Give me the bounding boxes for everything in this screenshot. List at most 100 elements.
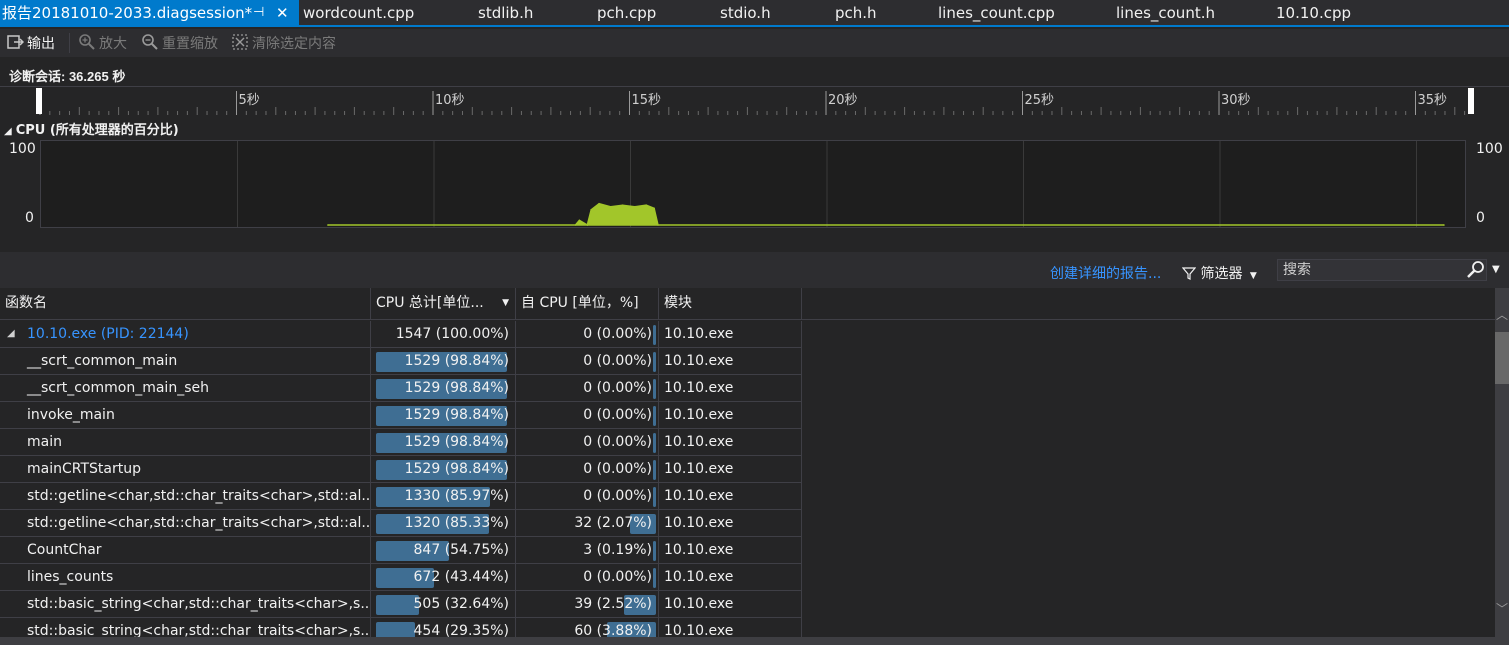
timeline-ruler[interactable]: 5秒 10秒 15秒 20秒 25秒 30秒 35秒 — [0, 86, 1509, 116]
table-row[interactable]: std::getline<char,std::char_traits<char>… — [0, 510, 802, 537]
table-row[interactable]: std::getline<char,std::char_traits<char>… — [0, 483, 802, 510]
tab-lines-count-h[interactable]: lines_count.h — [1116, 0, 1215, 25]
module-cell: 10.10.exe — [659, 564, 802, 591]
scroll-up-icon[interactable]: ︿ — [1496, 306, 1508, 323]
vertical-scrollbar[interactable]: ︿ ﹀ — [1495, 288, 1509, 637]
magnifier-plus-icon — [78, 33, 96, 51]
zoom-in-label: 放大 — [99, 36, 127, 52]
cpu-sample-point — [598, 202, 600, 205]
cpu-sample-point — [645, 204, 647, 206]
search-icon[interactable] — [1466, 260, 1486, 284]
chevron-down-icon: ▼ — [1249, 271, 1257, 281]
self-cpu-value: 3 (0.19%) — [583, 542, 652, 558]
create-detailed-report-link[interactable]: 创建详细的报告... — [1050, 263, 1161, 283]
y-axis-min-right: 0 — [1476, 210, 1485, 226]
ruler-label: 25秒 — [1024, 93, 1055, 108]
cpu-sample-point — [610, 206, 612, 208]
module-cell: 10.10.exe — [659, 510, 802, 537]
zoom-in-button[interactable]: 放大 — [78, 33, 127, 53]
column-header-module[interactable]: 模块 — [659, 288, 802, 320]
function-name: 10.10.exe (PID: 22144) — [27, 326, 189, 342]
table-row[interactable]: mainCRTStartup 1529 (98.84%) 0 (0.00%) 10.1… — [0, 456, 802, 483]
column-header-function-name[interactable]: 函数名 — [0, 288, 371, 320]
cpu-total-cell: 1330 (85.97%) — [371, 483, 516, 510]
column-header-cpu-total[interactable]: CPU 总计[单位... ▼ — [371, 288, 516, 320]
tab-wordcount-cpp[interactable]: wordcount.cpp — [303, 0, 414, 25]
clear-selection-button[interactable]: 清除选定内容 — [231, 33, 336, 53]
cpu-sample-point — [621, 204, 624, 206]
expand-triangle-icon[interactable]: ◢ — [7, 321, 15, 347]
ruler-label: 10秒 — [435, 93, 465, 108]
tab-10-10-cpp[interactable]: 10.10.cpp — [1276, 0, 1351, 25]
table-row[interactable]: __scrt_common_main 1529 (98.84%) 0 (0.00%)… — [0, 348, 802, 375]
tab-diagsession[interactable]: 报告20181010-2033.diagsession* ⊣ ✕ — [0, 0, 299, 25]
cpu-total-bar — [376, 595, 419, 615]
function-name: __scrt_common_main_seh — [27, 380, 209, 396]
cpu-total-value: 672 (43.44%) — [413, 569, 509, 585]
table-row[interactable]: ◢ 10.10.exe (PID: 22144) 1547 (100.00%) 0 (… — [0, 321, 802, 348]
tab-stdlib-h[interactable]: stdlib.h — [478, 0, 533, 25]
table-row[interactable]: main 1529 (98.84%) 0 (0.00%) 10.10.exe — [0, 429, 802, 456]
module-cell: 10.10.exe — [659, 321, 802, 348]
output-button[interactable]: 输出 — [6, 33, 55, 53]
cpu-sample-point — [574, 224, 577, 226]
self-cpu-cell: 0 (0.00%) — [516, 429, 659, 456]
ruler-label: 30秒 — [1221, 93, 1251, 108]
function-name: std::getline<char,std::char_traits<char>… — [27, 515, 371, 531]
reset-zoom-button[interactable]: 重置缩放 — [141, 33, 218, 53]
self-cpu-cell: 0 (0.00%) — [516, 348, 659, 375]
self-cpu-cell: 0 (0.00%) — [516, 483, 659, 510]
self-cpu-value: 39 (2.52%) — [574, 596, 652, 612]
search-options-chevron-icon[interactable]: ▼ — [1492, 264, 1500, 275]
module-cell: 10.10.exe — [659, 402, 802, 429]
table-row[interactable]: std::basic_string<char,std::char_traits<… — [0, 591, 802, 618]
search-input[interactable]: 搜索 — [1277, 259, 1487, 281]
output-label: 输出 — [27, 36, 55, 52]
tab-pch-h[interactable]: pch.h — [835, 0, 877, 25]
function-name-cell: main — [0, 429, 371, 456]
horizontal-scrollbar[interactable] — [0, 637, 1509, 645]
pin-icon[interactable]: ⊣ — [253, 0, 264, 26]
tab-label: 报告20181010-2033.diagsession* — [2, 4, 253, 22]
function-name: invoke_main — [27, 407, 115, 423]
funnel-icon — [1181, 266, 1200, 282]
module-cell: 10.10.exe — [659, 537, 802, 564]
cpu-usage-graph[interactable] — [40, 140, 1466, 228]
self-cpu-bar — [653, 568, 656, 588]
scrollbar-thumb[interactable] — [1495, 332, 1509, 384]
toolbar: 输出 放大 重置缩放 清除选定内容 — [0, 29, 1509, 57]
close-icon[interactable]: ✕ — [276, 0, 289, 26]
function-name: mainCRTStartup — [27, 461, 141, 477]
tab-stdio-h[interactable]: stdio.h — [720, 0, 771, 25]
table-row[interactable]: CountChar 847 (54.75%) 3 (0.19%) 10.10.exe — [0, 537, 802, 564]
cpu-sample-point — [578, 219, 581, 222]
column-header-self-cpu[interactable]: 自 CPU [单位，%] — [516, 288, 659, 320]
selection-start-handle[interactable] — [36, 88, 42, 114]
self-cpu-cell: 0 (0.00%) — [516, 321, 659, 348]
filter-dropdown[interactable]: 筛选器 ▼ — [1181, 263, 1257, 283]
selection-end-handle[interactable] — [1468, 88, 1474, 114]
y-axis-max-right: 100 — [1476, 141, 1503, 157]
cpu-total-value: 1529 (98.84%) — [404, 353, 509, 369]
function-name: std::getline<char,std::char_traits<char>… — [27, 488, 371, 504]
table-row[interactable]: __scrt_common_main_seh 1529 (98.84%) 0 (0.… — [0, 375, 802, 402]
ruler-label: 15秒 — [631, 93, 662, 108]
tab-pch-cpp[interactable]: pch.cpp — [597, 0, 656, 25]
table-row[interactable]: lines_counts 672 (43.44%) 0 (0.00%) 10.10.e… — [0, 564, 802, 591]
scroll-down-icon[interactable]: ﹀ — [1496, 600, 1508, 617]
cpu-total-cell: 1529 (98.84%) — [371, 429, 516, 456]
tab-lines-count-cpp[interactable]: lines_count.cpp — [938, 0, 1055, 25]
self-cpu-cell: 0 (0.00%) — [516, 402, 659, 429]
table-row[interactable]: invoke_main 1529 (98.84%) 0 (0.00%) 10.10.e… — [0, 402, 802, 429]
clear-selection-icon — [231, 33, 249, 51]
filter-label: 筛选器 — [1200, 266, 1243, 282]
self-cpu-value: 0 (0.00%) — [583, 353, 652, 369]
function-name-cell: mainCRTStartup — [0, 456, 371, 483]
cpu-total-value: 505 (32.64%) — [413, 596, 509, 612]
self-cpu-bar — [653, 460, 656, 480]
self-cpu-value: 0 (0.00%) — [583, 461, 652, 477]
cpu-graph-title[interactable]: ◢ CPU (所有处理器的百分比) — [4, 119, 179, 138]
cpu-total-cell: 847 (54.75%) — [371, 537, 516, 564]
column-header-cpu-total-label: CPU 总计[单位... — [376, 295, 484, 311]
cpu-total-cell: 1547 (100.00%) — [371, 321, 516, 348]
